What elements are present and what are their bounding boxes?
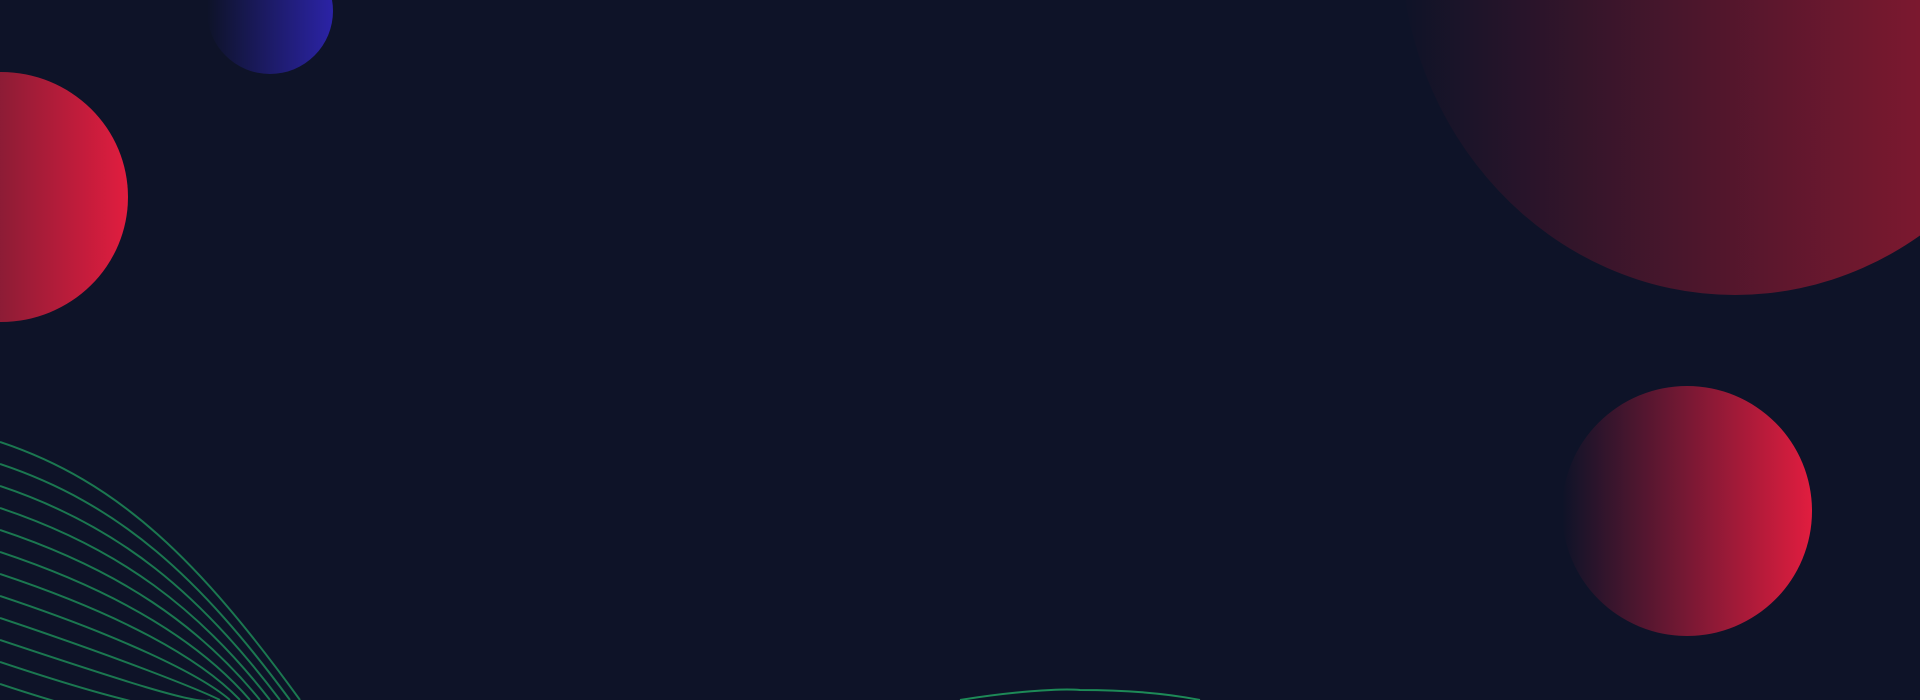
- green-bottom-arc: [959, 688, 1201, 700]
- wave-line: [0, 463, 291, 700]
- wave-line: [0, 507, 271, 700]
- decorative-lines: [0, 441, 1201, 700]
- green-wave-lines: [0, 441, 301, 700]
- wave-line: [0, 639, 210, 700]
- wave-line: [0, 617, 221, 700]
- background-canvas: [0, 0, 1920, 700]
- wave-line: [0, 551, 251, 700]
